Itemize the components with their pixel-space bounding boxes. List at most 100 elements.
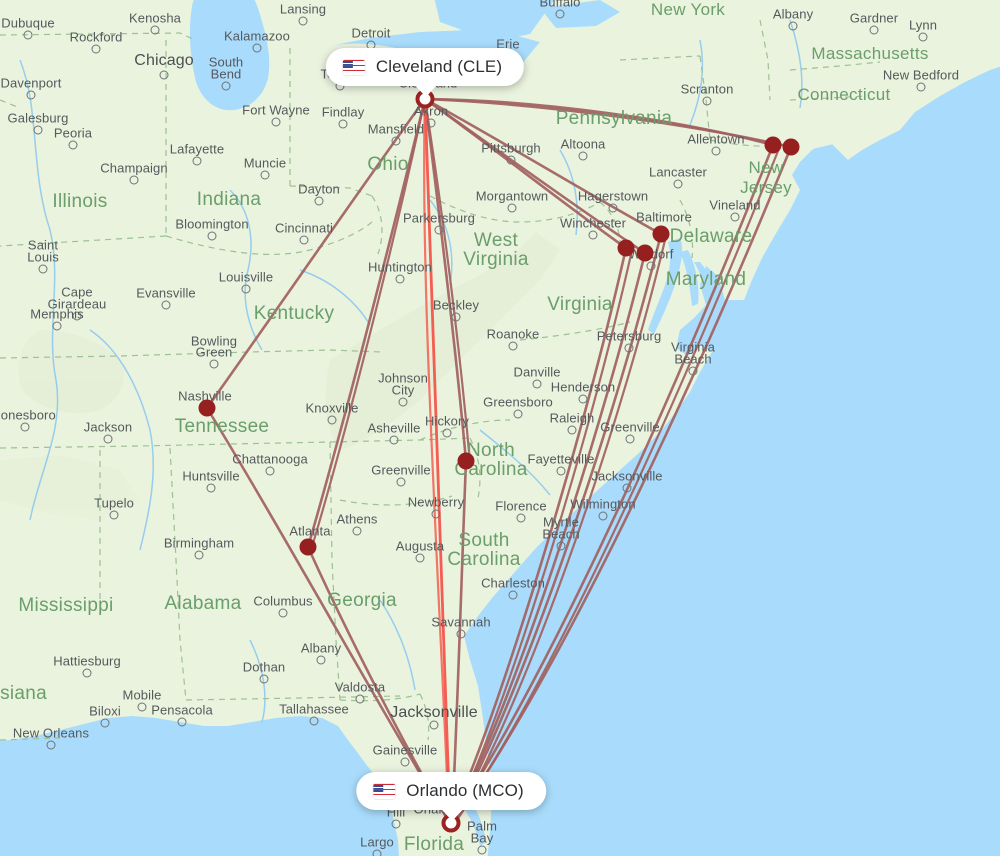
flight-route-map[interactable]: Dubuque Kenosha Lansing Detroit Rockford Kala… xyxy=(0,0,1000,856)
airport-marker[interactable] xyxy=(636,244,654,262)
city-point-icon xyxy=(506,155,516,165)
airport-marker[interactable] xyxy=(782,138,800,156)
city-point-icon xyxy=(159,70,169,80)
city-point-icon xyxy=(72,311,82,321)
city-point-icon xyxy=(556,466,566,476)
city-point-icon xyxy=(567,425,577,435)
city-point-icon xyxy=(598,511,608,521)
city-point-icon xyxy=(456,629,466,639)
city-point-icon xyxy=(316,655,326,665)
city-point-icon xyxy=(68,140,78,150)
destination-label: Orlando (MCO) xyxy=(406,781,524,800)
city-point-icon xyxy=(207,231,217,241)
city-point-icon xyxy=(372,849,382,856)
city-point-icon xyxy=(396,477,406,487)
city-point-icon xyxy=(788,21,798,31)
city-point-icon xyxy=(578,151,588,161)
city-point-icon xyxy=(442,428,452,438)
city-point-icon xyxy=(26,90,36,100)
city-point-icon xyxy=(429,720,439,730)
airport-marker[interactable] xyxy=(299,538,317,556)
airport-marker[interactable] xyxy=(617,239,635,257)
city-point-icon xyxy=(556,541,566,551)
city-point-icon xyxy=(608,203,618,213)
origin-callout-cleveland[interactable]: Cleveland (CLE) xyxy=(325,48,525,97)
city-point-icon xyxy=(434,225,444,235)
city-point-icon xyxy=(259,674,269,684)
city-point-icon xyxy=(278,608,288,618)
airport-marker[interactable] xyxy=(198,399,216,417)
city-point-icon xyxy=(391,136,401,146)
city-point-icon xyxy=(150,25,160,35)
city-point-icon xyxy=(588,230,598,240)
city-point-icon xyxy=(578,394,588,404)
city-point-icon xyxy=(355,694,365,704)
city-point-icon xyxy=(82,668,92,678)
city-point-icon xyxy=(389,435,399,445)
city-point-icon xyxy=(38,264,48,274)
city-point-icon xyxy=(100,718,110,728)
city-point-icon xyxy=(622,483,632,493)
city-point-icon xyxy=(161,300,171,310)
city-point-icon xyxy=(103,434,113,444)
city-point-icon xyxy=(327,415,337,425)
city-point-icon xyxy=(398,397,408,407)
city-point-icon xyxy=(271,117,281,127)
city-point-icon xyxy=(702,96,712,106)
airport-marker[interactable] xyxy=(652,225,670,243)
city-point-icon xyxy=(532,379,542,389)
city-point-icon xyxy=(688,366,698,376)
city-point-icon xyxy=(299,235,309,245)
city-point-icon xyxy=(265,466,275,476)
destination-callout-orlando[interactable]: Orlando (MCO) xyxy=(356,772,546,821)
city-point-icon xyxy=(513,409,523,419)
us-flag-icon xyxy=(373,783,396,799)
city-point-icon xyxy=(309,716,319,726)
city-point-icon xyxy=(555,9,565,19)
city-point-icon xyxy=(314,196,324,206)
city-point-icon xyxy=(137,702,147,712)
city-point-icon xyxy=(194,550,204,560)
city-point-icon xyxy=(338,119,348,129)
city-point-icon xyxy=(415,553,425,563)
city-point-icon xyxy=(516,513,526,523)
city-point-icon xyxy=(730,212,740,222)
city-point-icon xyxy=(33,125,43,135)
us-flag-icon xyxy=(342,59,365,75)
city-point-icon xyxy=(298,16,308,26)
city-point-icon xyxy=(508,590,518,600)
city-point-icon xyxy=(918,32,928,42)
city-point-icon xyxy=(426,118,436,128)
city-point-icon xyxy=(221,81,231,91)
city-point-icon xyxy=(52,321,62,331)
city-point-icon xyxy=(91,44,101,54)
city-point-icon xyxy=(109,510,119,520)
city-point-icon xyxy=(646,261,656,271)
city-point-icon xyxy=(451,312,461,322)
city-point-icon xyxy=(192,156,202,166)
city-point-icon xyxy=(129,175,139,185)
city-point-icon xyxy=(395,274,405,284)
city-point-icon xyxy=(241,284,251,294)
airport-marker[interactable] xyxy=(764,136,782,154)
city-point-icon xyxy=(352,526,362,536)
city-point-icon xyxy=(252,43,262,53)
origin-label: Cleveland (CLE) xyxy=(375,57,503,76)
map-canvas xyxy=(0,0,1000,856)
city-point-icon xyxy=(477,845,487,855)
city-point-icon xyxy=(625,434,635,444)
city-point-icon xyxy=(209,359,219,369)
city-point-icon xyxy=(711,146,721,156)
city-point-icon xyxy=(508,341,518,351)
city-point-icon xyxy=(624,343,634,353)
city-point-icon xyxy=(391,819,401,829)
city-point-icon xyxy=(260,170,270,180)
city-point-icon xyxy=(431,509,441,519)
city-point-icon xyxy=(673,179,683,189)
airport-marker[interactable] xyxy=(457,452,475,470)
city-point-icon xyxy=(869,25,879,35)
city-point-icon xyxy=(20,422,30,432)
city-point-icon xyxy=(46,740,56,750)
city-point-icon xyxy=(507,203,517,213)
city-point-icon xyxy=(177,717,187,727)
